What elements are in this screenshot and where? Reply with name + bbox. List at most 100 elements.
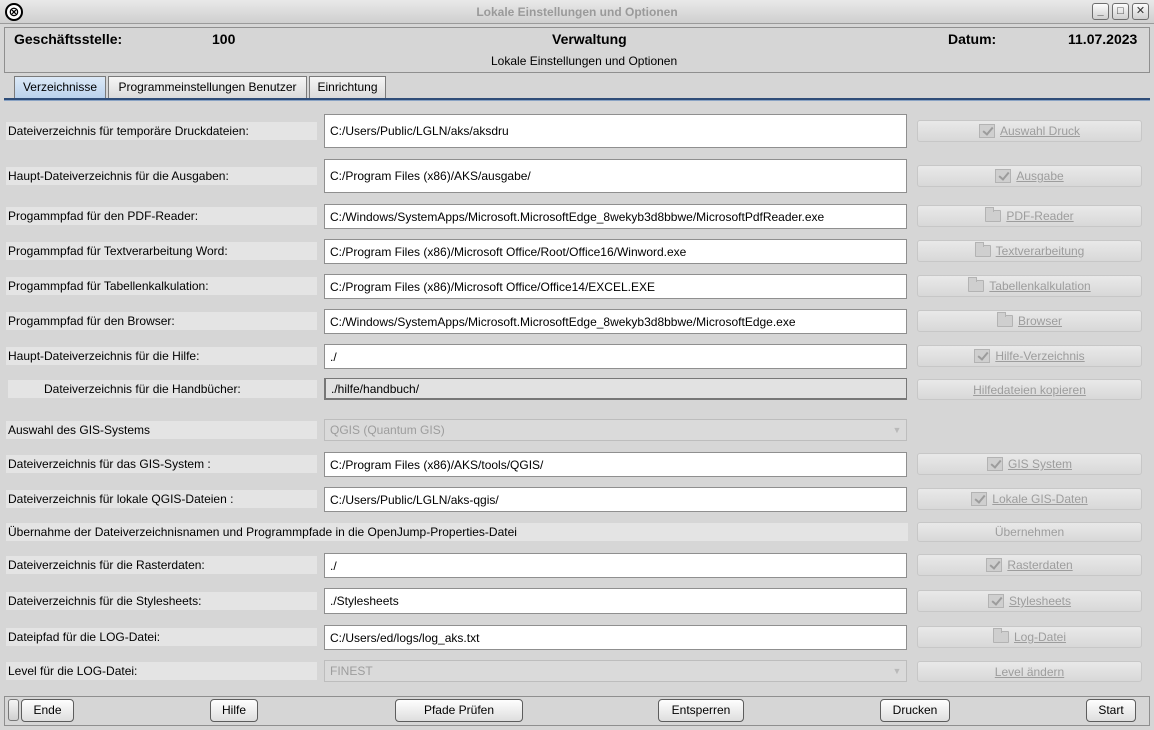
openjump-transfer-label: Übernahme der Dateiverzeichnisnamen und … xyxy=(6,523,908,541)
browser-path-value: C:/Windows/SystemApps/Microsoft.Microsof… xyxy=(330,314,796,329)
browser-button-label: Browser xyxy=(1017,314,1062,328)
gis-system-select[interactable]: QGIS (Quantum GIS) ▼ xyxy=(324,419,907,441)
word-path-field[interactable]: C:/Program Files (x86)/Microsoft Office/… xyxy=(324,239,907,264)
start-button[interactable]: Start xyxy=(1086,699,1136,722)
copy-help-files-button[interactable]: Hilfedateien kopieren xyxy=(917,379,1142,400)
excel-path-value: C:/Program Files (x86)/Microsoft Office/… xyxy=(330,279,655,294)
help-dir-value: ./ xyxy=(330,349,337,364)
date-label: Datum: xyxy=(948,31,997,47)
raster-data-button-label: Rasterdaten xyxy=(1007,558,1073,572)
gis-dir-field[interactable]: C:/Program Files (x86)/AKS/tools/QGIS/ xyxy=(324,452,907,477)
gis-system-button[interactable]: GIS System xyxy=(917,453,1142,475)
pdf-reader-button[interactable]: PDF-Reader xyxy=(917,205,1142,227)
textverarbeitung-button-label: Textverarbeitung xyxy=(995,244,1085,258)
output-dir-value: C:/Program Files (x86)/AKS/ausgabe/ xyxy=(330,169,531,183)
close-button[interactable]: ✕ xyxy=(1132,3,1149,20)
output-button[interactable]: Ausgabe xyxy=(917,165,1142,187)
stylesheets-dir-label: Dateiverzeichnis für die Stylesheets: xyxy=(6,592,317,610)
tab-divider xyxy=(4,98,1150,101)
footer-panel xyxy=(4,696,1150,726)
gis-dir-label: Dateiverzeichnis für das GIS-System : xyxy=(6,455,317,473)
excel-path-label: Progammpfad für Tabellenkalkulation: xyxy=(6,277,317,295)
minimize-button[interactable]: _ xyxy=(1092,3,1109,20)
check-paths-button[interactable]: Pfade Prüfen xyxy=(395,699,523,722)
folder-icon xyxy=(968,277,985,292)
pdf-reader-path-label: Progammpfad für den PDF-Reader: xyxy=(6,207,317,225)
help-dir-button[interactable]: Hilfe-Verzeichnis xyxy=(917,345,1142,367)
pdf-reader-path-field[interactable]: C:/Windows/SystemApps/Microsoft.Microsof… xyxy=(324,204,907,229)
apply-button-label: Übernehmen xyxy=(994,525,1065,539)
end-button[interactable]: Ende xyxy=(21,699,74,722)
select-print-label: Auswahl Druck xyxy=(999,124,1081,138)
local-qgis-dir-value: C:/Users/Public/LGLN/aks-qgis/ xyxy=(330,492,499,507)
stylesheets-dir-field[interactable]: ./Stylesheets xyxy=(324,588,907,614)
word-path-value: C:/Program Files (x86)/Microsoft Office/… xyxy=(330,244,687,259)
gis-system-button-label: GIS System xyxy=(1007,457,1072,471)
gis-system-select-value: QGIS (Quantum GIS) xyxy=(330,423,445,437)
help-dir-field[interactable]: ./ xyxy=(324,344,907,369)
local-gis-data-button[interactable]: Lokale GIS-Daten xyxy=(917,488,1142,510)
log-level-select[interactable]: FINEST ▼ xyxy=(324,660,907,682)
folder-icon xyxy=(992,628,1009,643)
excel-path-field[interactable]: C:/Program Files (x86)/Microsoft Office/… xyxy=(324,274,907,299)
output-dir-field[interactable]: C:/Program Files (x86)/AKS/ausgabe/ xyxy=(324,159,907,193)
change-level-button-label: Level ändern xyxy=(994,664,1065,679)
temp-print-dir-label: Dateiverzeichnis für temporäre Druckdate… xyxy=(6,122,317,140)
raster-data-button[interactable]: Rasterdaten xyxy=(917,554,1142,576)
print-button[interactable]: Drucken xyxy=(880,699,950,722)
folder-icon xyxy=(985,207,1002,222)
temp-print-dir-value: C:/Users/Public/LGLN/aks/aksdru xyxy=(330,124,509,138)
unlock-button[interactable]: Entsperren xyxy=(658,699,744,722)
local-qgis-dir-field[interactable]: C:/Users/Public/LGLN/aks-qgis/ xyxy=(324,487,907,512)
check-icon xyxy=(987,594,1004,608)
help-dir-label: Haupt-Dateiverzeichnis für die Hilfe: xyxy=(6,347,317,365)
help-button[interactable]: Hilfe xyxy=(210,699,258,722)
log-file-path-field[interactable]: C:/Users/ed/logs/log_aks.txt xyxy=(324,625,907,650)
log-file-button[interactable]: Log-Datei xyxy=(917,626,1142,648)
stylesheets-button-label: Stylesheets xyxy=(1008,594,1072,608)
stylesheets-button[interactable]: Stylesheets xyxy=(917,590,1142,612)
gis-dir-value: C:/Program Files (x86)/AKS/tools/QGIS/ xyxy=(330,457,544,472)
change-level-button[interactable]: Level ändern xyxy=(917,661,1142,682)
word-path-label: Progammpfad für Textverarbeitung Word: xyxy=(6,242,317,260)
resize-handle[interactable] xyxy=(8,699,19,721)
raster-dir-label: Dateiverzeichnis für die Rasterdaten: xyxy=(6,556,317,574)
tab-einrichtung[interactable]: Einrichtung xyxy=(309,76,386,99)
tabellenkalkulation-button[interactable]: Tabellenkalkulation xyxy=(917,275,1142,297)
window-title: Lokale Einstellungen und Optionen xyxy=(476,5,678,19)
chevron-down-icon: ▼ xyxy=(892,425,902,435)
header-panel: Geschäftsstelle: 100 Verwaltung Lokale E… xyxy=(4,27,1150,73)
manuals-dir-value: ./hilfe/handbuch/ xyxy=(331,381,420,396)
select-print-button[interactable]: Auswahl Druck xyxy=(917,120,1142,142)
textverarbeitung-button[interactable]: Textverarbeitung xyxy=(917,240,1142,262)
pdf-reader-button-label: PDF-Reader xyxy=(1006,209,1074,223)
log-file-button-label: Log-Datei xyxy=(1013,630,1067,644)
tabellenkalkulation-button-label: Tabellenkalkulation xyxy=(989,279,1091,293)
browser-button[interactable]: Browser xyxy=(917,310,1142,332)
department-title: Verwaltung xyxy=(552,31,627,47)
check-icon xyxy=(971,492,988,506)
date-value: 11.07.2023 xyxy=(1068,31,1138,47)
gis-system-select-label: Auswahl des GIS-Systems xyxy=(6,421,317,439)
browser-path-field[interactable]: C:/Windows/SystemApps/Microsoft.Microsof… xyxy=(324,309,907,334)
log-file-path-label: Dateipfad für die LOG-Datei: xyxy=(6,628,317,646)
check-icon xyxy=(986,457,1003,471)
output-button-label: Ausgabe xyxy=(1016,169,1064,183)
stylesheets-dir-value: ./Stylesheets xyxy=(330,594,399,608)
local-qgis-dir-label: Dateiverzeichnis für lokale QGIS-Dateien… xyxy=(6,490,317,508)
branch-label: Geschäftsstelle: xyxy=(14,31,123,47)
log-file-path-value: C:/Users/ed/logs/log_aks.txt xyxy=(330,630,480,645)
apply-button[interactable]: Übernehmen xyxy=(917,522,1142,542)
maximize-button[interactable]: □ xyxy=(1112,3,1129,20)
tab-verzeichnisse[interactable]: Verzeichnisse xyxy=(14,76,106,99)
raster-dir-field[interactable]: ./ xyxy=(324,553,907,578)
manuals-dir-field: ./hilfe/handbuch/ xyxy=(324,378,907,400)
manuals-dir-label: Dateiverzeichnis für die Handbücher: xyxy=(8,380,317,398)
temp-print-dir-field[interactable]: C:/Users/Public/LGLN/aks/aksdru xyxy=(324,114,907,148)
check-icon xyxy=(986,558,1003,572)
browser-path-label: Progammpfad für den Browser: xyxy=(6,312,317,330)
tab-programmeinstellungen[interactable]: Programmeinstellungen Benutzer xyxy=(108,76,307,99)
check-icon xyxy=(978,124,995,138)
check-icon xyxy=(995,169,1012,183)
local-gis-data-button-label: Lokale GIS-Daten xyxy=(992,492,1088,506)
